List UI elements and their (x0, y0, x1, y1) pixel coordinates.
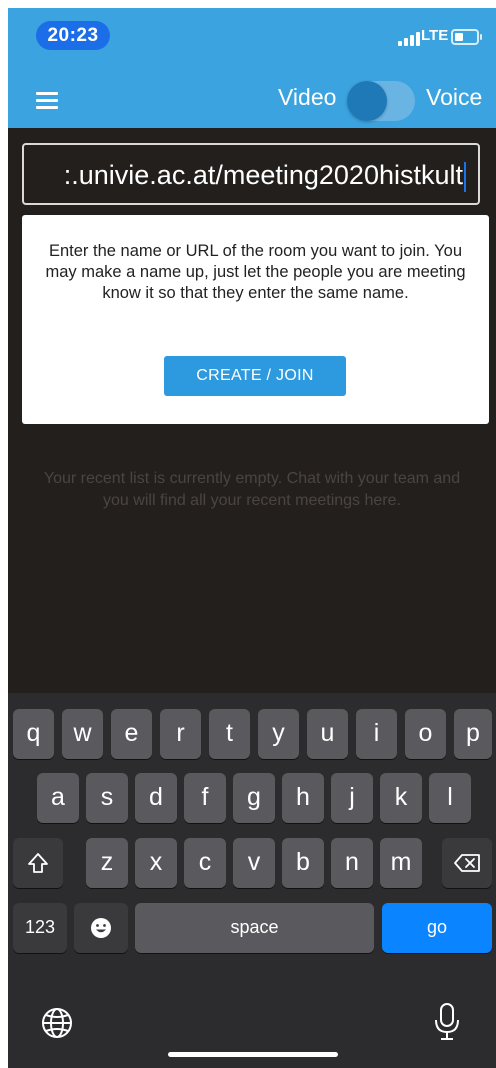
key-o[interactable]: o (405, 709, 446, 759)
key-y[interactable]: y (258, 709, 299, 759)
key-q[interactable]: q (13, 709, 54, 759)
signal-icon (398, 32, 420, 46)
hamburger-menu-icon[interactable] (36, 92, 60, 110)
shift-key[interactable] (13, 838, 63, 888)
backspace-key[interactable] (442, 838, 492, 888)
key-j[interactable]: j (331, 773, 373, 823)
room-input-value: :.univie.ac.at/meeting2020histkult (63, 160, 463, 190)
join-hint-text: Enter the name or URL of the room you wa… (45, 242, 466, 302)
shift-icon (28, 853, 48, 874)
key-x[interactable]: x (135, 838, 177, 888)
key-z[interactable]: z (86, 838, 128, 888)
status-time: 20:23 (36, 21, 110, 50)
backspace-icon (454, 854, 480, 873)
video-voice-toggle[interactable] (347, 81, 415, 121)
key-u[interactable]: u (307, 709, 348, 759)
onscreen-keyboard: q w e r t y u i o p a s d f g h j k l z … (8, 693, 496, 1068)
key-n[interactable]: n (331, 838, 373, 888)
key-c[interactable]: c (184, 838, 226, 888)
phone-screen: 20:23 LTE Video Voice :.univie.ac.at/mee… (8, 8, 496, 1068)
key-b[interactable]: b (282, 838, 324, 888)
network-type: LTE (421, 27, 449, 44)
voice-label: Voice (426, 84, 483, 110)
key-s[interactable]: s (86, 773, 128, 823)
recent-list-empty-text: Your recent list is currently empty. Cha… (43, 470, 461, 509)
join-hint-card: Enter the name or URL of the room you wa… (22, 215, 489, 424)
microphone-icon[interactable] (433, 1002, 461, 1042)
key-f[interactable]: f (184, 773, 226, 823)
toggle-knob (347, 81, 387, 121)
key-p[interactable]: p (454, 709, 492, 759)
app-header: 20:23 LTE Video Voice (8, 8, 496, 128)
text-caret (464, 161, 466, 192)
key-v[interactable]: v (233, 838, 275, 888)
go-key[interactable]: go (382, 903, 492, 953)
space-key[interactable]: space (135, 903, 374, 953)
create-join-button[interactable]: CREATE / JOIN (164, 356, 346, 396)
key-a[interactable]: a (37, 773, 79, 823)
key-r[interactable]: r (160, 709, 201, 759)
battery-icon (451, 29, 482, 45)
emoji-key[interactable] (74, 903, 128, 953)
key-g[interactable]: g (233, 773, 275, 823)
globe-icon[interactable] (40, 1006, 74, 1040)
emoji-icon (91, 918, 111, 939)
key-k[interactable]: k (380, 773, 422, 823)
key-i[interactable]: i (356, 709, 397, 759)
key-l[interactable]: l (429, 773, 471, 823)
room-name-input[interactable]: :.univie.ac.at/meeting2020histkult (22, 143, 480, 205)
key-t[interactable]: t (209, 709, 250, 759)
key-d[interactable]: d (135, 773, 177, 823)
key-m[interactable]: m (380, 838, 422, 888)
numbers-key[interactable]: 123 (13, 903, 67, 953)
video-label: Video (278, 84, 337, 110)
key-e[interactable]: e (111, 709, 152, 759)
key-h[interactable]: h (282, 773, 324, 823)
key-w[interactable]: w (62, 709, 103, 759)
home-indicator[interactable] (168, 1052, 338, 1057)
room-input-text-wrap: :.univie.ac.at/meeting2020histkult (64, 157, 466, 193)
